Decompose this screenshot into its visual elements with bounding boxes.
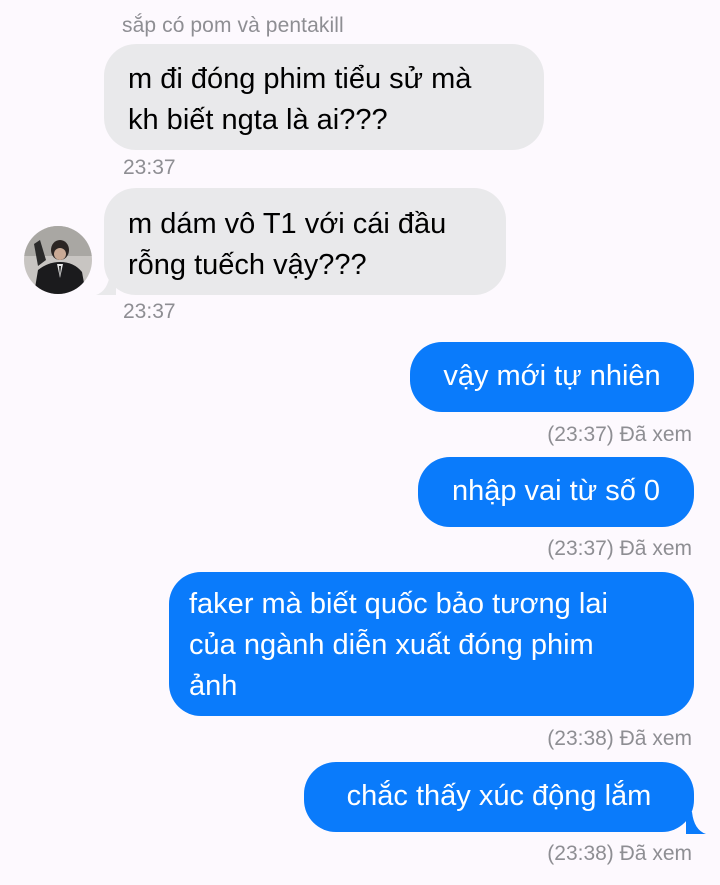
message-timestamp: 23:37 <box>123 300 176 323</box>
message-timestamp: 23:37 <box>123 156 176 179</box>
message-status: (23:37) Đã xem <box>547 423 692 446</box>
sender-name: sắp có pom và pentakill <box>122 14 344 37</box>
message-status: (23:38) Đã xem <box>547 727 692 750</box>
bubble-tail-icon <box>96 273 116 295</box>
message-status: (23:37) Đã xem <box>547 537 692 560</box>
avatar-image <box>24 226 92 294</box>
message-bubble-incoming[interactable]: m dám vô T1 với cái đầu rỗng tuếch vậy??… <box>104 188 506 295</box>
message-bubble-outgoing[interactable]: faker mà biết quốc bảo tương lai của ngà… <box>169 572 694 716</box>
message-bubble-outgoing[interactable]: chắc thấy xúc động lắm <box>304 762 694 832</box>
message-bubble-outgoing[interactable]: vậy mới tự nhiên <box>410 342 694 412</box>
avatar[interactable] <box>24 226 92 294</box>
message-bubble-incoming[interactable]: m đi đóng phim tiểu sử mà kh biết ngta l… <box>104 44 544 150</box>
message-bubble-outgoing[interactable]: nhập vai từ số 0 <box>418 457 694 527</box>
message-status: (23:38) Đã xem <box>547 842 692 865</box>
bubble-tail-icon <box>686 812 706 834</box>
